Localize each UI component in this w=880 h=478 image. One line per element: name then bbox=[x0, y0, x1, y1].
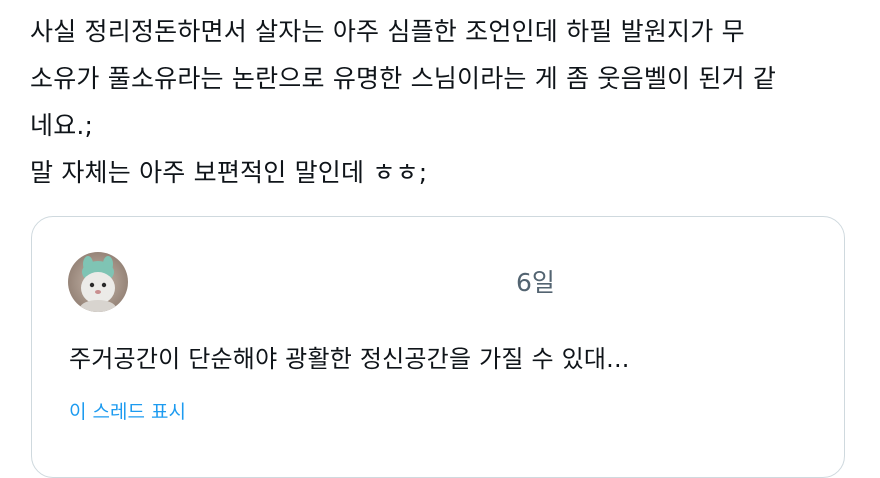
post-text-line: 말 자체는 아주 보편적인 말인데 ㅎㅎ; bbox=[30, 158, 428, 187]
post-body: 사실 정리정돈하면서 살자는 아주 심플한 조언인데 하필 발원지가 무 소유가… bbox=[30, 8, 850, 196]
avatar[interactable] bbox=[68, 252, 128, 312]
post-text-line: 네요.; bbox=[30, 111, 94, 140]
show-thread-link[interactable]: 이 스레드 표시 bbox=[69, 397, 186, 424]
post-text-line: 사실 정리정돈하면서 살자는 아주 심플한 조언인데 하필 발원지가 무 bbox=[30, 17, 745, 46]
plush-toy-avatar-icon bbox=[68, 252, 128, 312]
post-text-line: 소유가 풀소유라는 논란으로 유명한 스님이라는 게 좀 웃음벨이 된거 같 bbox=[30, 64, 777, 93]
quoted-post-card[interactable]: 6일 주거공간이 단순해야 광활한 정신공간을 가질 수 있대... 이 스레드… bbox=[31, 216, 845, 478]
quoted-post-text: 주거공간이 단순해야 광활한 정신공간을 가질 수 있대... bbox=[69, 345, 630, 373]
post-timestamp[interactable]: 6일 bbox=[516, 263, 555, 299]
